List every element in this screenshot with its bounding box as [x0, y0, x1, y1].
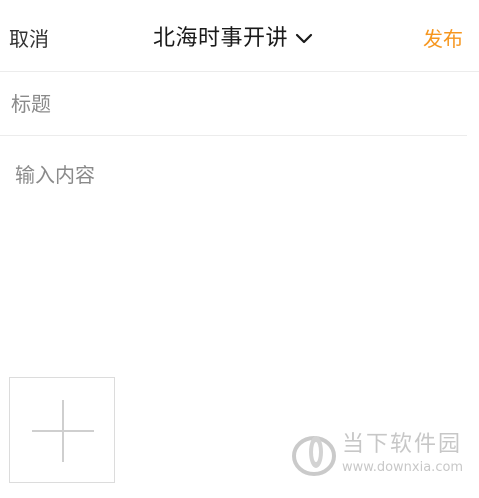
channel-selector[interactable]: 北海时事开讲 — [153, 22, 313, 56]
publish-button[interactable]: 发布 — [423, 24, 463, 54]
divider — [0, 135, 467, 136]
add-image-button[interactable] — [9, 377, 115, 483]
watermark: 当下软件园 www.downxia.com — [292, 430, 472, 480]
top-bar: 取消 北海时事开讲 发布 — [0, 0, 479, 72]
downxia-logo — [292, 436, 336, 476]
content-input[interactable] — [15, 160, 465, 360]
channel-title: 北海时事开讲 — [153, 26, 289, 51]
plus-icon — [32, 400, 94, 462]
watermark-url: www.downxia.com — [342, 460, 464, 475]
cancel-button[interactable]: 取消 — [9, 24, 49, 54]
title-input[interactable] — [11, 88, 466, 120]
compose-post-screen: 取消 北海时事开讲 发布 当下软件园 www.downxia.com — [0, 0, 479, 498]
chevron-down-icon — [295, 33, 313, 44]
watermark-name: 当下软件园 — [342, 432, 463, 457]
